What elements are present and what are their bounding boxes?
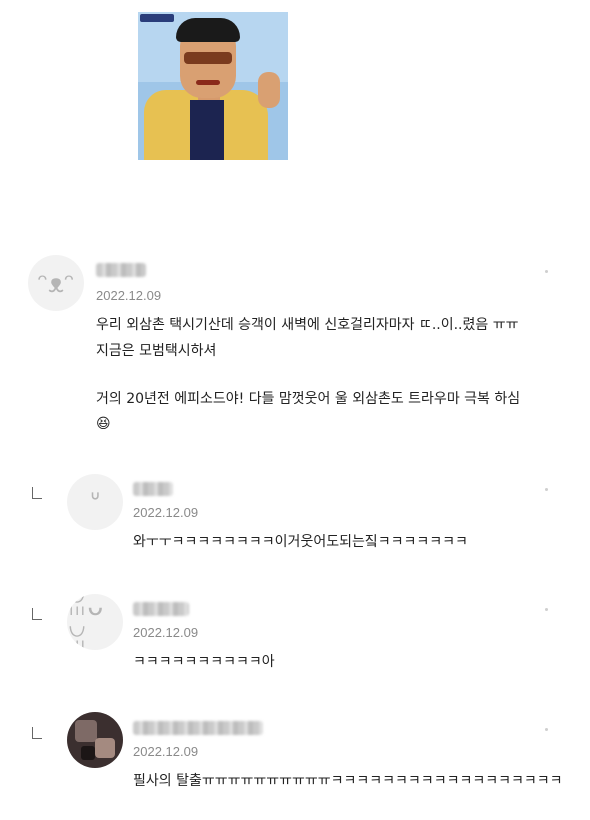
comment-text-line: 거의 20년전 에피소드야! 다들 맘껏웃어 울 외삼촌도 트라우마 극복 하심 bbox=[96, 391, 521, 407]
ghost-character-icon: ᵔᴥᵔ bbox=[37, 268, 75, 299]
username-blurred[interactable] bbox=[133, 721, 263, 735]
sunglasses bbox=[184, 52, 232, 64]
dinosaur-character-icon: ᐡ bbox=[89, 487, 101, 517]
username-blurred[interactable] bbox=[133, 602, 189, 616]
reply-arrow-icon bbox=[32, 487, 42, 499]
hair bbox=[176, 18, 240, 42]
photo-detail bbox=[95, 738, 115, 758]
comment-emoji: 😆 bbox=[96, 416, 111, 432]
avatar[interactable]: ᵔᴥᵔ bbox=[28, 255, 84, 311]
comment-date: 2022.12.09 bbox=[133, 625, 199, 640]
more-options-icon[interactable] bbox=[545, 270, 548, 273]
navy-shirt bbox=[190, 100, 224, 160]
profile-photo bbox=[75, 720, 97, 742]
broadcast-logo bbox=[140, 14, 174, 22]
comment-date: 2022.12.09 bbox=[133, 505, 199, 520]
more-options-icon[interactable] bbox=[545, 488, 548, 491]
reply-arrow-icon bbox=[32, 608, 42, 620]
comment-text: ㅋㅋㅋㅋㅋㅋㅋㅋㅋㅋ아 bbox=[133, 654, 275, 670]
avatar[interactable]: ꈍᴗꈍ bbox=[67, 594, 123, 650]
username-blurred[interactable] bbox=[133, 482, 173, 496]
comment-text: 필사의 탈출ㅠㅠㅠㅠㅠㅠㅠㅠㅠㅠㅋㅋㅋㅋㅋㅋㅋㅋㅋㅋㅋㅋㅋㅋㅋㅋㅋㅋ bbox=[133, 773, 563, 789]
comment-text: 와ㅜㅜㅋㅋㅋㅋㅋㅋㅋㅋ이거웃어도되는짘ㅋㅋㅋㅋㅋㅋㅋ bbox=[133, 534, 468, 550]
avatar[interactable] bbox=[67, 712, 123, 768]
reply-arrow-icon bbox=[32, 727, 42, 739]
comment-date: 2022.12.09 bbox=[96, 288, 162, 303]
username-blurred[interactable] bbox=[96, 263, 146, 277]
mouth bbox=[196, 80, 220, 85]
rabbit-character-icon: ꈍᴗꈍ bbox=[67, 594, 104, 650]
comment-date: 2022.12.09 bbox=[133, 744, 199, 759]
comment-text-line: 우리 외삼촌 택시기산데 승객이 새벽에 신호걸리자마자 ㄸ..이..렸음 ㅠㅠ bbox=[96, 317, 519, 333]
avatar[interactable]: ᐡ bbox=[67, 474, 123, 530]
comment-text-line: 지금은 모범택시하셔 bbox=[96, 343, 217, 359]
photo-detail bbox=[81, 746, 95, 760]
cartoon-image bbox=[138, 12, 288, 160]
raised-hand bbox=[258, 72, 280, 108]
more-options-icon[interactable] bbox=[545, 608, 548, 611]
more-options-icon[interactable] bbox=[545, 728, 548, 731]
